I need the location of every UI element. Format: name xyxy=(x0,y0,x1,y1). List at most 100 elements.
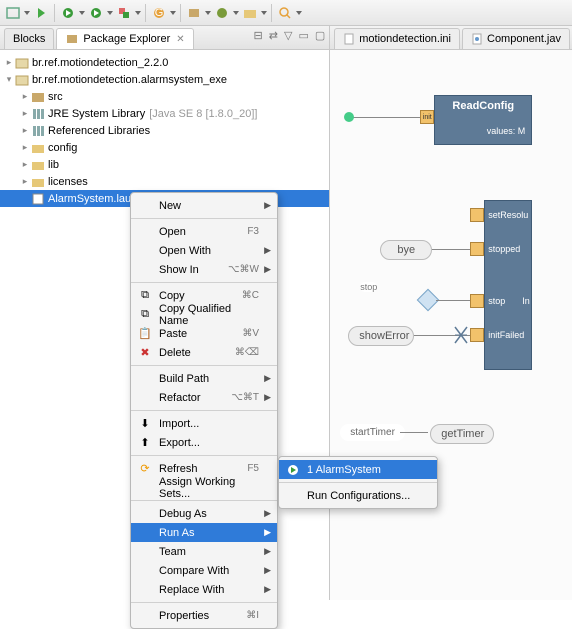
node-showerror[interactable]: showError xyxy=(348,326,414,346)
tree-src[interactable]: ▸ src xyxy=(0,88,329,105)
svg-text:G: G xyxy=(155,7,164,19)
tree-label-dim: [Java SE 8 [1.8.0_20]] xyxy=(149,108,257,120)
menu-import[interactable]: ⬇Import... xyxy=(131,414,277,433)
library-icon xyxy=(30,107,46,121)
diagram-canvas[interactable]: ReadConfig values: M init setResolu stop… xyxy=(330,50,572,600)
export-icon: ⬆ xyxy=(137,436,153,449)
link-editor-icon[interactable]: ⇄ xyxy=(269,29,278,42)
expand-icon[interactable]: ▸ xyxy=(20,142,30,153)
expand-icon[interactable]: ▸ xyxy=(20,91,30,102)
submenu-run-as: 1 AlarmSystem Run Configurations... xyxy=(278,456,438,509)
run-icon[interactable] xyxy=(59,4,77,22)
package-icon[interactable] xyxy=(185,4,203,22)
tree-project[interactable]: ▸ br.ref.motiondetection_2.2.0 xyxy=(0,54,329,71)
tree-label: br.ref.motiondetection.alarmsystem_exe xyxy=(32,74,227,86)
editor-tab[interactable]: motiondetection.ini xyxy=(334,28,460,49)
ext-tools-icon[interactable] xyxy=(115,4,133,22)
port[interactable] xyxy=(470,208,484,222)
menu-new[interactable]: New▶ xyxy=(131,196,277,215)
submenu-arrow-icon: ▶ xyxy=(264,508,271,519)
menu-open[interactable]: OpenF3 xyxy=(131,222,277,241)
menu-open-with[interactable]: Open With▶ xyxy=(131,241,277,260)
node-label: bye xyxy=(397,244,415,256)
tab-blocks[interactable]: Blocks xyxy=(4,28,54,49)
folder-icon xyxy=(30,175,46,189)
menu-compare-with[interactable]: Compare With▶ xyxy=(131,561,277,580)
menu-paste[interactable]: 📋Paste⌘V xyxy=(131,324,277,343)
folder-icon[interactable] xyxy=(241,4,259,22)
expand-icon[interactable]: ▸ xyxy=(4,57,14,68)
view-menu-icon[interactable]: ▽ xyxy=(284,29,292,42)
close-icon[interactable]: ✕ xyxy=(176,34,184,45)
dropdown-icon[interactable] xyxy=(135,4,141,22)
port[interactable] xyxy=(470,328,484,342)
dropdown-icon[interactable] xyxy=(107,4,113,22)
expand-icon[interactable]: ▸ xyxy=(20,176,30,187)
node-gettimer[interactable]: getTimer xyxy=(430,424,494,444)
separator xyxy=(131,218,277,219)
menu-assign-ws[interactable]: Assign Working Sets... xyxy=(131,478,277,497)
toolbar-icon[interactable] xyxy=(4,4,22,22)
toolbar-icon[interactable] xyxy=(32,4,50,22)
label-starttimer: startTimer xyxy=(340,424,405,441)
dropdown-icon[interactable] xyxy=(24,4,30,22)
dropdown-icon[interactable] xyxy=(233,4,239,22)
menu-debug-as[interactable]: Debug As▶ xyxy=(131,504,277,523)
search-icon[interactable] xyxy=(276,4,294,22)
port[interactable]: init xyxy=(420,110,434,124)
menu-replace-with[interactable]: Replace With▶ xyxy=(131,580,277,599)
submenu-run-alarmsystem[interactable]: 1 AlarmSystem xyxy=(279,460,437,479)
editor-tab[interactable]: Component.jav xyxy=(462,28,570,49)
start-node-icon[interactable] xyxy=(344,112,354,122)
dropdown-icon[interactable] xyxy=(79,4,85,22)
menu-properties[interactable]: Properties⌘I xyxy=(131,606,277,625)
maximize-icon[interactable]: ▢ xyxy=(315,29,325,42)
class-icon[interactable] xyxy=(213,4,231,22)
tree-jre[interactable]: ▸ JRE System Library [Java SE 8 [1.8.0_2… xyxy=(0,105,329,122)
node-component[interactable] xyxy=(484,200,532,370)
dropdown-icon[interactable] xyxy=(205,4,211,22)
tree-folder[interactable]: ▸ lib xyxy=(0,156,329,173)
tree-label: src xyxy=(48,91,63,103)
run-icon[interactable] xyxy=(87,4,105,22)
tree-folder[interactable]: ▸ licenses xyxy=(0,173,329,190)
expand-icon[interactable]: ▸ xyxy=(20,159,30,170)
main-toolbar: G xyxy=(0,0,572,26)
dropdown-icon[interactable] xyxy=(261,4,267,22)
shortcut: F3 xyxy=(247,226,259,237)
label-stop: stop xyxy=(360,282,377,292)
collapse-all-icon[interactable]: ⊟ xyxy=(254,29,263,42)
port[interactable] xyxy=(470,242,484,256)
collapse-icon[interactable]: ▾ xyxy=(4,74,14,85)
menu-show-in[interactable]: Show In⌥⌘W▶ xyxy=(131,260,277,279)
dropdown-icon[interactable] xyxy=(296,4,302,22)
menu-refactor[interactable]: Refactor⌥⌘T▶ xyxy=(131,388,277,407)
menu-team[interactable]: Team▶ xyxy=(131,542,277,561)
minimize-icon[interactable]: ▭ xyxy=(298,29,308,42)
separator xyxy=(54,4,55,22)
submenu-run-configs[interactable]: Run Configurations... xyxy=(279,486,437,505)
node-label: getTimer xyxy=(441,428,484,440)
node-bye[interactable]: bye xyxy=(380,240,432,260)
java-file-icon xyxy=(471,33,483,45)
tree-reflibs[interactable]: ▸ Referenced Libraries xyxy=(0,122,329,139)
menu-export[interactable]: ⬆Export... xyxy=(131,433,277,452)
build-icon[interactable]: G xyxy=(150,4,168,22)
menu-delete[interactable]: ✖Delete⌘⌫ xyxy=(131,343,277,362)
node-readconfig[interactable]: ReadConfig values: M xyxy=(434,95,532,145)
tab-label: motiondetection.ini xyxy=(359,33,451,45)
port-label: init xyxy=(423,114,432,121)
expand-icon[interactable]: ▸ xyxy=(20,108,30,119)
menu-build-path[interactable]: Build Path▶ xyxy=(131,369,277,388)
port-label: setResolu xyxy=(488,210,528,220)
expand-icon[interactable]: ▸ xyxy=(20,125,30,136)
tab-package-explorer[interactable]: Package Explorer ✕ xyxy=(56,28,193,49)
tree-project[interactable]: ▾ br.ref.motiondetection.alarmsystem_exe xyxy=(0,71,329,88)
submenu-arrow-icon: ▶ xyxy=(264,245,271,256)
port[interactable] xyxy=(470,294,484,308)
dropdown-icon[interactable] xyxy=(170,4,176,22)
menu-copy-qualified[interactable]: ⧉Copy Qualified Name xyxy=(131,305,277,324)
tree-folder[interactable]: ▸ config xyxy=(0,139,329,156)
menu-run-as[interactable]: Run As▶ xyxy=(131,523,277,542)
port-label: initFailed xyxy=(488,330,524,340)
